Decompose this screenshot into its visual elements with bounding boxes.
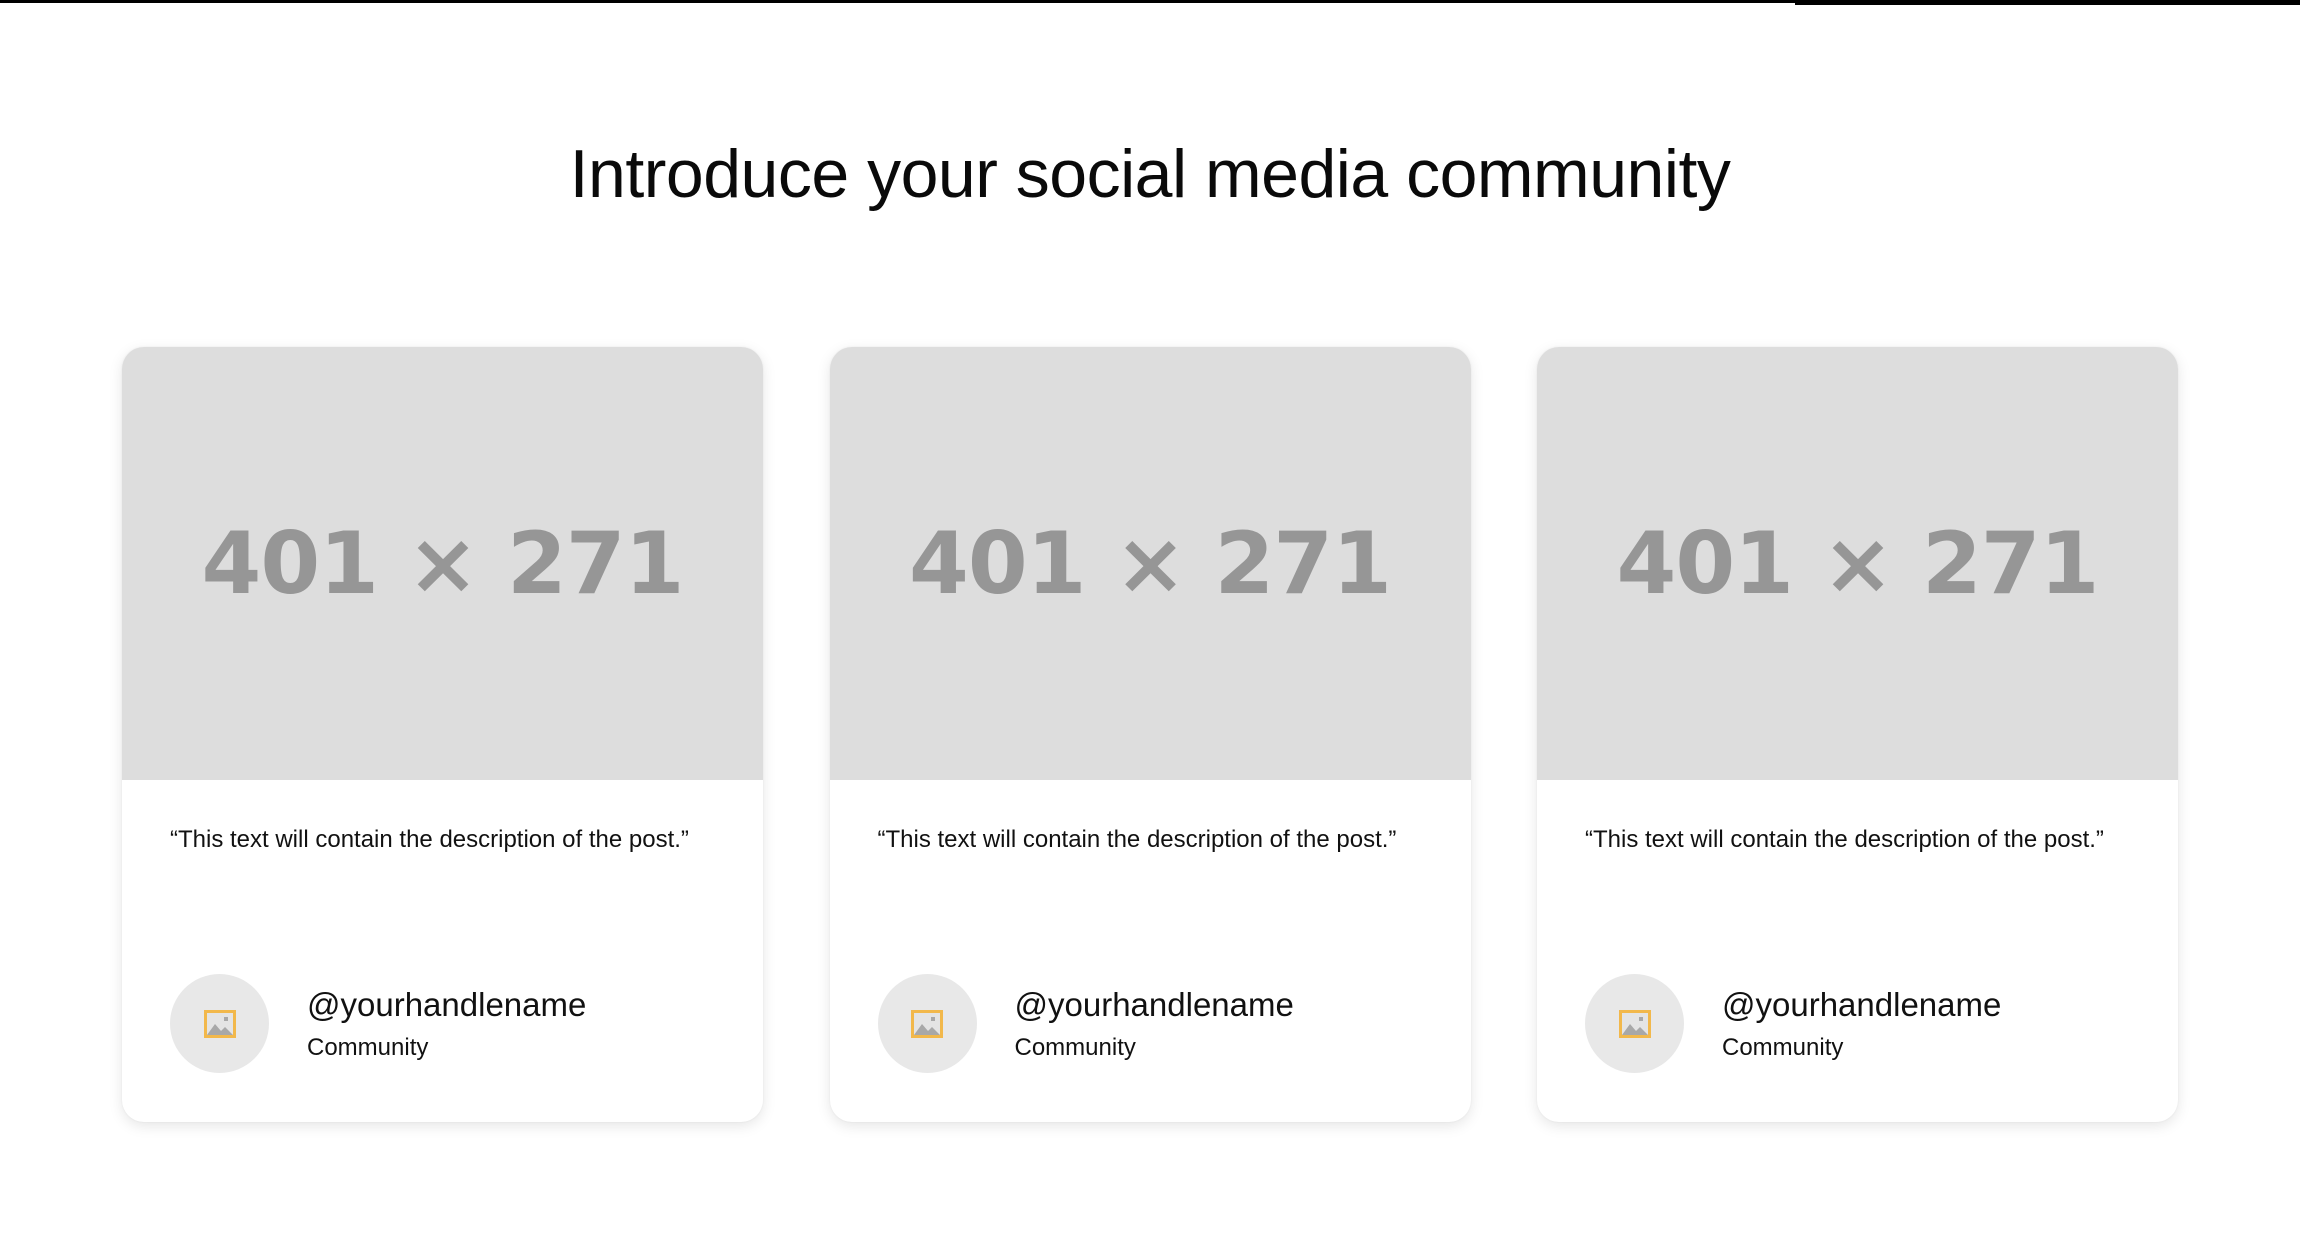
top-border-accent xyxy=(1795,0,2300,5)
card-author: @yourhandlename Community xyxy=(170,974,586,1073)
card-image-placeholder: 401 × 271 xyxy=(829,347,1471,780)
image-placeholder-label: 401 × 271 xyxy=(1616,513,2100,614)
card-description: “This text will contain the description … xyxy=(877,826,1397,853)
author-handle[interactable]: @yourhandlename xyxy=(1722,985,2001,1025)
image-placeholder-icon xyxy=(203,1009,236,1038)
card-image-placeholder: 401 × 271 xyxy=(122,347,763,780)
card-image-placeholder: 401 × 271 xyxy=(1537,347,2178,780)
avatar xyxy=(170,974,269,1073)
community-card[interactable]: 401 × 271 “This text will contain the de… xyxy=(1537,347,2178,1122)
author-handle[interactable]: @yourhandlename xyxy=(1015,985,1294,1025)
image-placeholder-label: 401 × 271 xyxy=(201,513,685,614)
author-text: @yourhandlename Community xyxy=(1722,985,2001,1063)
image-placeholder-icon xyxy=(911,1009,943,1038)
author-subtitle: Community xyxy=(307,1033,429,1061)
avatar xyxy=(877,974,977,1073)
author-handle[interactable]: @yourhandlename xyxy=(307,985,586,1025)
page-title: Introduce your social media community xyxy=(569,136,1731,212)
author-subtitle: Community xyxy=(1722,1033,1844,1061)
author-text: @yourhandlename Community xyxy=(1015,985,1294,1063)
card-author: @yourhandlename Community xyxy=(1585,974,2001,1073)
card-author: @yourhandlename Community xyxy=(877,974,1294,1073)
card-description: “This text will contain the description … xyxy=(1585,826,2104,853)
image-placeholder-label: 401 × 271 xyxy=(909,513,1392,614)
community-cards: 401 × 271 “This text will contain the de… xyxy=(122,347,2178,1122)
author-subtitle: Community xyxy=(1014,1033,1136,1061)
image-placeholder-icon xyxy=(1618,1009,1651,1038)
avatar xyxy=(1585,974,1684,1073)
author-text: @yourhandlename Community xyxy=(307,985,586,1063)
community-card[interactable]: 401 × 271 “This text will contain the de… xyxy=(829,347,1471,1122)
community-card[interactable]: 401 × 271 “This text will contain the de… xyxy=(122,347,763,1122)
card-description: “This text will contain the description … xyxy=(170,826,689,853)
